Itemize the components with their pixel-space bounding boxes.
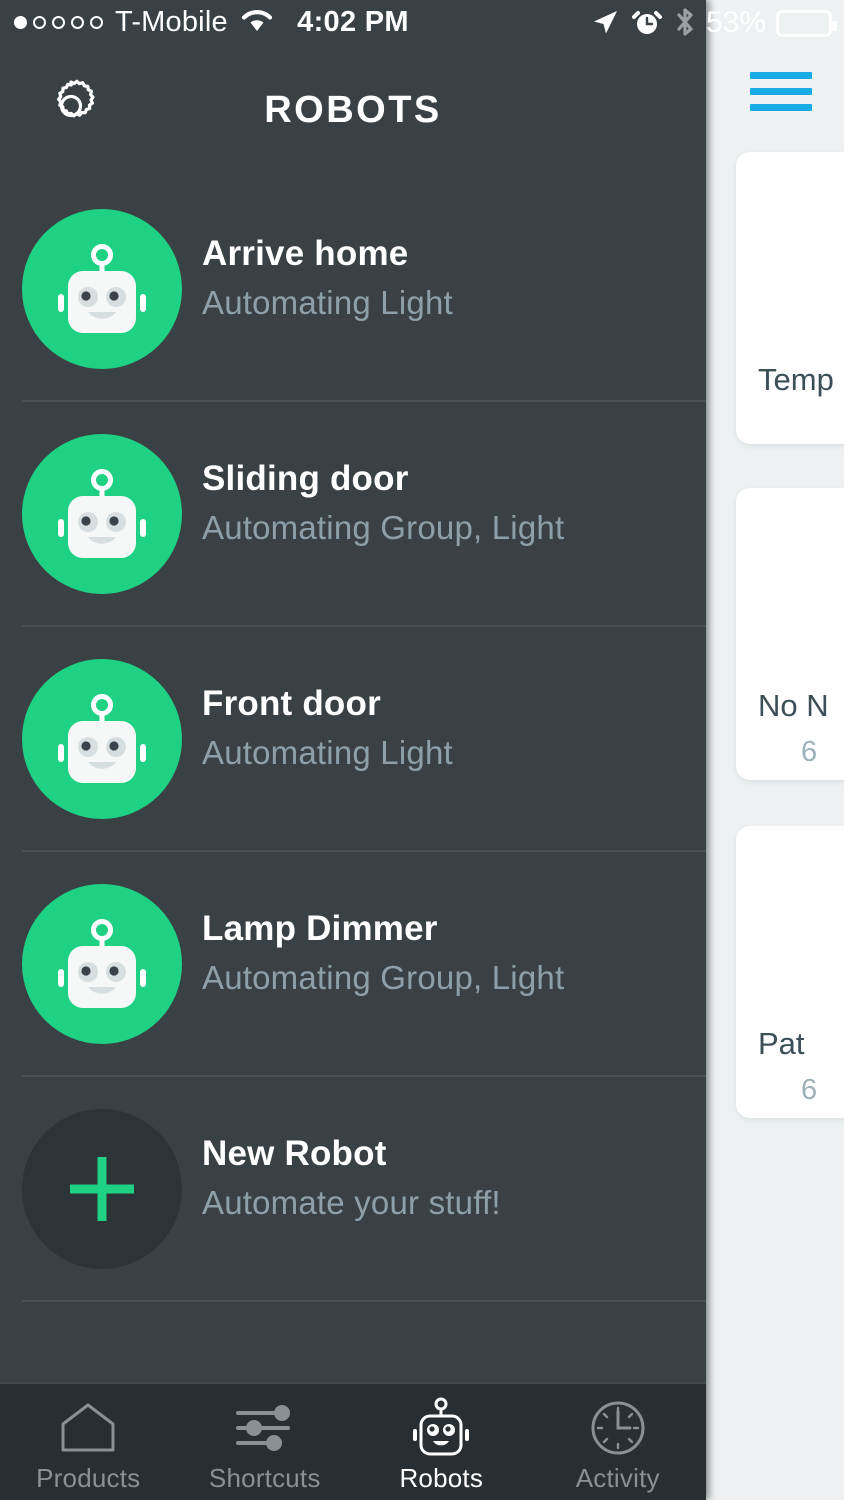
- bg-card-subtitle: 6: [801, 1074, 818, 1106]
- bg-card-title: Pat: [758, 1026, 805, 1061]
- list-item-text: Lamp Dimmer Automating Group, Light: [202, 908, 564, 998]
- tab-label: Products: [36, 1462, 141, 1493]
- list-item[interactable]: Lamp Dimmer Automating Group, Light: [0, 852, 706, 1077]
- tab-label: Shortcuts: [208, 1462, 321, 1493]
- location-arrow-icon: [590, 7, 620, 42]
- hamburger-line: [750, 72, 812, 79]
- list-item-text: New Robot Automate your stuff!: [202, 1133, 501, 1223]
- robot-name: Sliding door: [202, 459, 409, 498]
- robot-name: Arrive home: [202, 234, 409, 273]
- bg-card-title: Temp: [758, 362, 834, 397]
- robots-app: T-Mobile 4:02 PM ROBOTS Arrive home Auto…: [0, 0, 706, 1500]
- tab-label: Robots: [399, 1462, 484, 1493]
- list-item-text: Sliding door Automating Group, Light: [202, 458, 564, 548]
- battery-indicator: 53%: [706, 6, 844, 40]
- robot-subtitle: Automating Light: [202, 733, 453, 771]
- bg-card-subtitle: 6: [801, 736, 818, 768]
- bluetooth-icon: [674, 6, 696, 43]
- list-item[interactable]: Sliding door Automating Group, Light: [0, 402, 706, 627]
- list-item-text: Front door Automating Light: [202, 683, 453, 773]
- robots-list: Arrive home Automating Light Sliding doo…: [0, 177, 706, 1302]
- sliders-icon: [232, 1397, 298, 1459]
- robot-icon: [22, 884, 182, 1044]
- hamburger-line: [750, 88, 812, 95]
- status-bar-right: [590, 6, 696, 43]
- bg-card[interactable]: Pat 6: [736, 826, 844, 1118]
- alarm-clock-icon: [632, 7, 662, 42]
- house-icon: [57, 1397, 119, 1459]
- robot-name: Lamp Dimmer: [202, 909, 438, 948]
- tab-shortcuts[interactable]: Shortcuts: [177, 1384, 354, 1500]
- navigation-bar: ROBOTS: [0, 47, 706, 177]
- robot-icon: [22, 209, 182, 369]
- battery-icon: [776, 9, 838, 37]
- list-item[interactable]: Arrive home Automating Light: [0, 177, 706, 402]
- bg-card[interactable]: No N 6: [736, 488, 844, 780]
- divider: [22, 1300, 706, 1302]
- robot-subtitle: Automating Group, Light: [202, 508, 565, 546]
- bg-card[interactable]: Temp: [736, 152, 844, 444]
- robot-subtitle: Automating Group, Light: [202, 958, 565, 996]
- hamburger-line: [750, 104, 812, 111]
- robot-icon: [408, 1397, 474, 1459]
- tab-robots[interactable]: Robots: [353, 1384, 530, 1500]
- robot-subtitle: Automating Light: [202, 283, 453, 321]
- list-item-new-robot[interactable]: New Robot Automate your stuff!: [0, 1077, 706, 1302]
- background-app-panel: Temp No N 6 Pat 6: [706, 0, 844, 1500]
- robot-icon: [22, 659, 182, 819]
- list-item[interactable]: Front door Automating Light: [0, 627, 706, 852]
- robot-icon: [22, 434, 182, 594]
- status-bar: T-Mobile 4:02 PM: [0, 0, 706, 47]
- page-title: ROBOTS: [264, 89, 442, 131]
- tab-bar: Products Shortcuts Robots Activity: [0, 1382, 706, 1500]
- robot-name: Front door: [202, 684, 381, 723]
- tab-products[interactable]: Products: [0, 1384, 177, 1500]
- clock-icon: [587, 1397, 649, 1459]
- list-item-text: Arrive home Automating Light: [202, 233, 453, 323]
- bg-card-title: No N: [758, 688, 829, 723]
- tab-label: Activity: [575, 1462, 660, 1493]
- tab-activity[interactable]: Activity: [530, 1384, 707, 1500]
- robot-subtitle: Automate your stuff!: [202, 1183, 501, 1221]
- robot-name: New Robot: [202, 1134, 387, 1173]
- hamburger-menu-icon[interactable]: [750, 72, 812, 116]
- plus-icon: [22, 1109, 182, 1269]
- battery-percent-label: 53%: [706, 6, 767, 39]
